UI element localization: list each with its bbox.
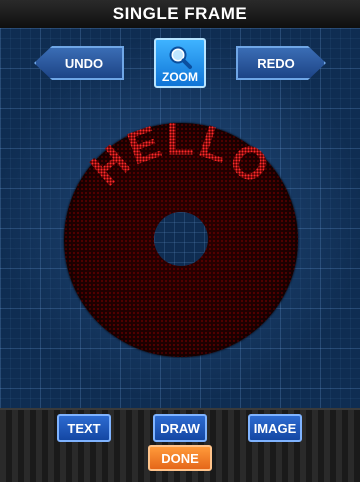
svg-text:HELLO: HELLO [80,123,281,196]
page-title: SINGLE FRAME [112,4,248,23]
disc-center-hole [154,212,208,266]
done-button[interactable]: DONE [148,445,212,471]
done-button-label: DONE [161,450,199,466]
image-button[interactable]: IMAGE [248,414,302,442]
redo-label: REDO [257,55,295,71]
led-message-text: HELLO [80,123,279,196]
magnifier-icon [169,46,192,69]
redo-button[interactable]: REDO [236,46,326,80]
draw-button[interactable]: DRAW [153,414,207,442]
zoom-label: ZOOM [162,70,198,84]
zoom-button[interactable]: ZOOM [154,38,206,88]
image-button-label: IMAGE [253,420,297,436]
undo-button[interactable]: UNDO [34,46,124,80]
undo-label: UNDO [64,55,104,71]
title-bar: SINGLE FRAME [0,0,360,29]
text-button[interactable]: TEXT [57,414,111,442]
text-button-label: TEXT [67,420,101,436]
draw-button-label: DRAW [160,420,200,436]
